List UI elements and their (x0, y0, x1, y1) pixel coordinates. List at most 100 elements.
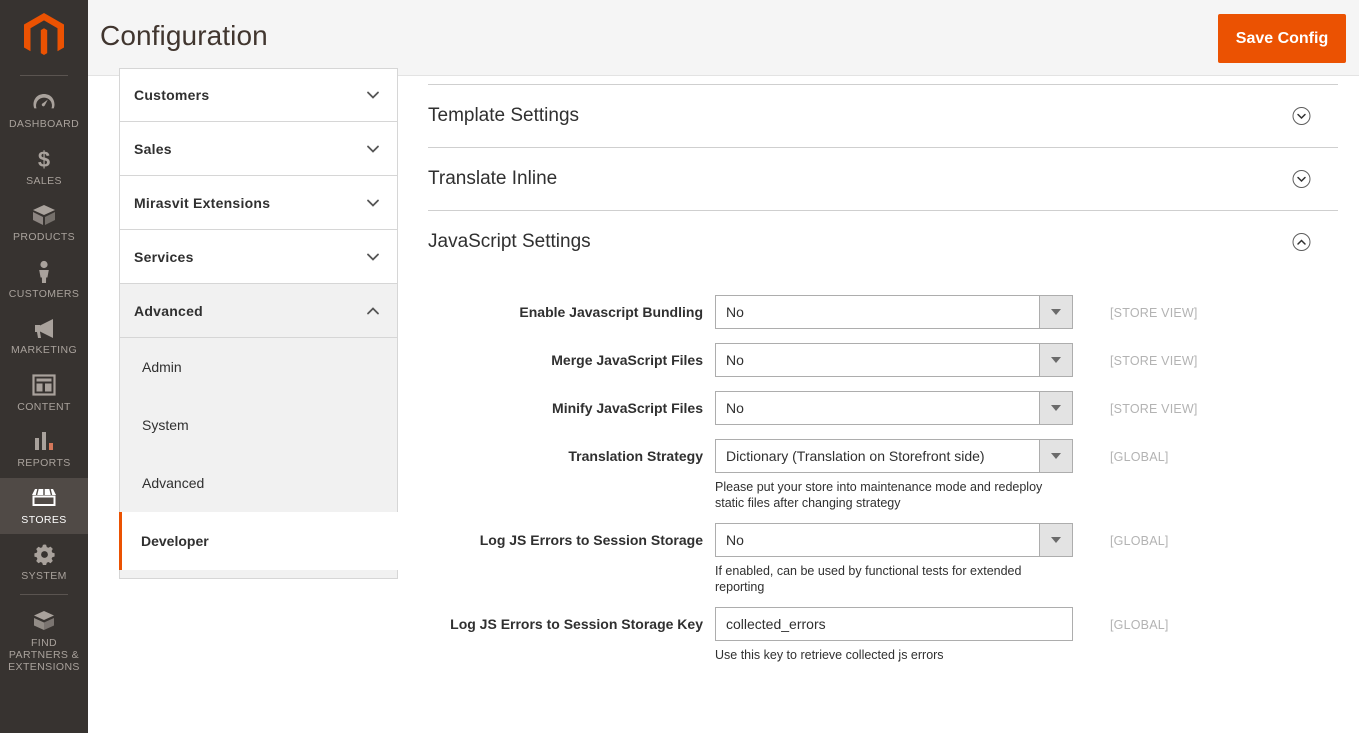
section-title: Translate Inline (428, 168, 558, 189)
tree-section-label: Mirasvit Extensions (134, 194, 271, 211)
section-title: JavaScript Settings (428, 231, 591, 252)
sidebar-item-label: Marketing (10, 344, 78, 356)
sidebar-item-products[interactable]: Products (0, 195, 88, 252)
field-row-minify-javascript-files: Minify JavaScript Files No [STORE VIEW] (428, 391, 1338, 427)
scope-label: [STORE VIEW] (1110, 402, 1198, 416)
field-label: Enable Javascript Bundling (519, 304, 703, 320)
page-title: Configuration (100, 20, 268, 51)
field-control: Dictionary (Translation on Storefront si… (715, 439, 1073, 511)
javascript-settings-fields: Enable Javascript Bundling No [STORE VIE… (428, 273, 1338, 663)
sidebar-item-content[interactable]: Content (0, 365, 88, 422)
field-label: Merge JavaScript Files (551, 352, 703, 368)
sidebar-item-label: Products (12, 231, 76, 243)
enable-javascript-bundling-select[interactable]: No (715, 295, 1073, 329)
magento-admin-page: Dashboard $ Sales Products Customers Mar… (0, 0, 1359, 733)
field-label: Minify JavaScript Files (552, 400, 703, 416)
sidebar-item-dashboard[interactable]: Dashboard (0, 82, 88, 139)
translation-strategy-select[interactable]: Dictionary (Translation on Storefront si… (715, 439, 1073, 473)
merge-javascript-files-select[interactable]: No (715, 343, 1073, 377)
sidebar-item-reports[interactable]: Reports (0, 421, 88, 478)
sidebar-item-system[interactable]: System (0, 534, 88, 591)
scope-label: [GLOBAL] (1110, 618, 1169, 632)
dropdown-arrow-icon[interactable] (1039, 343, 1073, 377)
admin-sidebar: Dashboard $ Sales Products Customers Mar… (0, 0, 88, 733)
tree-subitem-developer[interactable]: Developer (119, 512, 398, 570)
sidebar-item-sales[interactable]: $ Sales (0, 139, 88, 196)
extension-box-icon (32, 608, 56, 634)
sidebar-item-label: Reports (17, 457, 71, 469)
gear-icon (33, 541, 56, 567)
field-hint: Use this key to retrieve collected js er… (715, 648, 944, 662)
field-row-translation-strategy: Translation Strategy Dictionary (Transla… (428, 439, 1338, 511)
tree-section-sales[interactable]: Sales (119, 122, 398, 176)
svg-text:$: $ (38, 147, 50, 171)
tree-subitem-admin[interactable]: Admin (120, 338, 397, 396)
sidebar-item-label: Customers (8, 287, 80, 300)
select-value: No (726, 400, 744, 416)
circle-chevron-down-icon[interactable] (1292, 170, 1311, 189)
tree-section-label: Advanced (134, 302, 203, 319)
sidebar-item-stores[interactable]: Stores (0, 477, 88, 534)
tree-section-label: Services (134, 248, 194, 265)
tree-section-customers[interactable]: Customers (119, 68, 398, 122)
section-header-translate-inline[interactable]: Translate Inline (428, 148, 1338, 210)
select-value: No (726, 532, 744, 548)
magento-logo[interactable] (0, 0, 88, 72)
chevron-down-icon (366, 250, 380, 264)
megaphone-icon (32, 315, 56, 341)
scope-label: [STORE VIEW] (1110, 306, 1198, 320)
person-icon (36, 259, 52, 285)
log-js-errors-to-session-storage-select[interactable]: No (715, 523, 1073, 557)
field-label: Log JS Errors to Session Storage Key (450, 616, 703, 632)
field-hint: Please put your store into maintenance m… (715, 480, 1043, 510)
field-label: Translation Strategy (568, 448, 703, 464)
chevron-up-icon (366, 304, 380, 318)
tree-subitem-advanced[interactable]: Advanced (120, 454, 397, 512)
sidebar-item-label: Sales (26, 174, 62, 187)
select-value: No (726, 352, 744, 368)
sidebar-item-label: System (21, 570, 67, 582)
section-header-template-settings[interactable]: Template Settings (428, 85, 1338, 147)
minify-javascript-files-select[interactable]: No (715, 391, 1073, 425)
tree-subitem-label: Admin (142, 359, 182, 375)
tree-subitem-label: Advanced (142, 475, 205, 491)
dropdown-arrow-icon[interactable] (1039, 391, 1073, 425)
circle-chevron-down-icon[interactable] (1292, 107, 1311, 126)
field-row-enable-javascript-bundling: Enable Javascript Bundling No [STORE VIE… (428, 295, 1338, 331)
field-row-log-js-errors-to-session-storage-key: Log JS Errors to Session Storage Key Use… (428, 607, 1338, 663)
field-control: Use this key to retrieve collected js er… (715, 607, 1073, 663)
tree-subitem-system[interactable]: System (120, 396, 397, 454)
dropdown-arrow-icon[interactable] (1039, 295, 1073, 329)
save-config-button[interactable]: Save Config (1218, 14, 1346, 63)
magento-logo-icon (24, 13, 64, 55)
dropdown-arrow-icon[interactable] (1039, 523, 1073, 557)
settings-panel: Template Settings Translate Inline JavaS… (428, 84, 1338, 675)
field-row-merge-javascript-files: Merge JavaScript Files No [STORE VIEW] (428, 343, 1338, 379)
tree-section-label: Customers (134, 87, 210, 103)
tree-section-label: Sales (134, 140, 172, 157)
sidebar-item-customers[interactable]: Customers (0, 252, 88, 309)
box-icon (32, 202, 56, 228)
tree-section-advanced[interactable]: Advanced (119, 284, 398, 338)
tree-section-mirasvit-extensions[interactable]: Mirasvit Extensions (119, 176, 398, 230)
dashboard-gauge-icon (32, 89, 56, 115)
layout-page-icon (32, 372, 56, 398)
storefront-awning-icon (31, 485, 57, 511)
chevron-down-icon (366, 142, 380, 156)
bar-chart-icon (33, 428, 55, 454)
tree-subitem-label: Developer (141, 533, 209, 549)
dropdown-arrow-icon[interactable] (1039, 439, 1073, 473)
sidebar-item-marketing[interactable]: Marketing (0, 308, 88, 365)
select-value: Dictionary (Translation on Storefront si… (726, 448, 985, 464)
log-js-errors-to-session-storage-key-input[interactable] (715, 607, 1073, 641)
section-title: Template Settings (428, 105, 580, 126)
scope-label: [GLOBAL] (1110, 534, 1169, 548)
field-control: No (715, 343, 1073, 377)
circle-chevron-up-icon[interactable] (1292, 233, 1311, 252)
sidebar-item-label: Content (17, 400, 71, 413)
section-header-javascript-settings[interactable]: JavaScript Settings (428, 211, 1338, 273)
sidebar-item-find-partners-extensions[interactable]: Find Partners & Extensions (0, 601, 88, 681)
field-row-log-js-errors-to-session-storage: Log JS Errors to Session Storage No If e… (428, 523, 1338, 595)
tree-section-services[interactable]: Services (119, 230, 398, 284)
sidebar-item-label: Dashboard (8, 118, 80, 130)
